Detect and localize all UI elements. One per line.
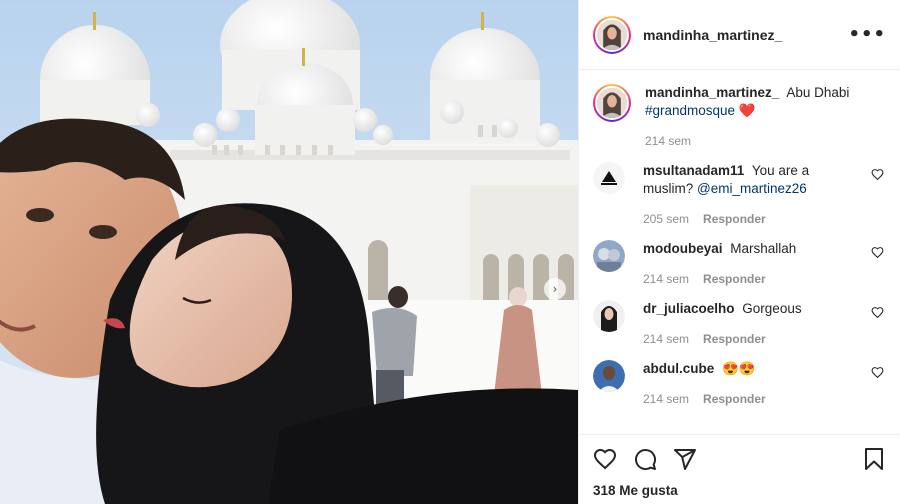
caption: mandinha_martinez_ Abu Dhabi #grandmosqu… — [593, 84, 886, 148]
comment-item: modoubeyai Marshallah 214 sem Responder — [593, 240, 886, 286]
reply-button[interactable]: Responder — [703, 272, 766, 286]
heart-icon[interactable] — [593, 447, 617, 471]
commenter-avatar[interactable] — [593, 240, 625, 272]
comment-item: msultanadam11 You are a muslim? @emi_mar… — [593, 162, 886, 226]
like-button[interactable] — [593, 447, 617, 471]
reply-button[interactable]: Responder — [703, 332, 766, 346]
more-options-icon[interactable]: ••• — [848, 24, 886, 45]
commenter-avatar[interactable] — [593, 300, 625, 332]
comment-username[interactable]: modoubeyai — [643, 241, 723, 256]
comment-icon[interactable] — [633, 447, 657, 471]
caption-text: Abu Dhabi — [786, 85, 850, 100]
comment-mention[interactable]: @emi_martinez26 — [697, 181, 807, 196]
likes-count[interactable]: 318 Me gusta — [593, 483, 886, 498]
like-comment-heart-icon[interactable] — [871, 246, 884, 259]
comments-list[interactable]: mandinha_martinez_ Abu Dhabi #grandmosqu… — [579, 70, 900, 434]
share-icon[interactable] — [673, 447, 697, 471]
comment-time[interactable]: 214 sem — [643, 392, 689, 406]
author-avatar[interactable] — [593, 15, 631, 54]
caption-username[interactable]: mandinha_martinez_ — [645, 85, 779, 100]
comment-username[interactable]: abdul.cube — [643, 361, 714, 376]
post-photo[interactable]: › — [0, 0, 578, 504]
next-photo-button[interactable]: › — [544, 278, 566, 300]
photo-illustration — [0, 0, 578, 504]
comment-username[interactable]: dr_juliacoelho — [643, 301, 735, 316]
comment-text: Gorgeous — [742, 301, 802, 316]
comment-time[interactable]: 214 sem — [643, 332, 689, 346]
save-button[interactable] — [862, 447, 886, 471]
reply-button[interactable]: Responder — [703, 212, 766, 226]
comment-item: dr_juliacoelho Gorgeous 214 sem Responde… — [593, 300, 886, 346]
commenter-avatar[interactable] — [593, 162, 625, 194]
comment-button[interactable] — [633, 447, 657, 471]
post-actions: 318 Me gusta — [579, 434, 900, 504]
like-comment-heart-icon[interactable] — [871, 306, 884, 319]
comment-username[interactable]: msultanadam11 — [643, 163, 744, 178]
caption-avatar[interactable] — [593, 84, 631, 122]
like-comment-heart-icon[interactable] — [871, 168, 884, 181]
caption-time[interactable]: 214 sem — [645, 134, 691, 148]
like-comment-heart-icon[interactable] — [871, 366, 884, 379]
comment-time[interactable]: 205 sem — [643, 212, 689, 226]
commenter-avatar[interactable] — [593, 360, 625, 392]
action-icons-bar — [593, 443, 886, 475]
post-header: mandinha_martinez_ ••• — [579, 0, 900, 70]
author-username[interactable]: mandinha_martinez_ — [643, 27, 848, 43]
instagram-post: › mandinha_martinez_ ••• mandinha_martin… — [0, 0, 900, 504]
post-side-panel: mandinha_martinez_ ••• mandinha_martinez… — [578, 0, 900, 504]
reply-button[interactable]: Responder — [703, 392, 766, 406]
comment-text: 😍😍 — [722, 361, 756, 376]
share-button[interactable] — [673, 447, 697, 471]
comment-item: abdul.cube 😍😍 214 sem Responder — [593, 360, 886, 406]
caption-hashtag[interactable]: #grandmosque — [645, 103, 735, 118]
comment-text: Marshallah — [730, 241, 797, 256]
caption-emoji: ❤️ — [738, 103, 756, 118]
bookmark-icon[interactable] — [862, 447, 886, 471]
comment-time[interactable]: 214 sem — [643, 272, 689, 286]
